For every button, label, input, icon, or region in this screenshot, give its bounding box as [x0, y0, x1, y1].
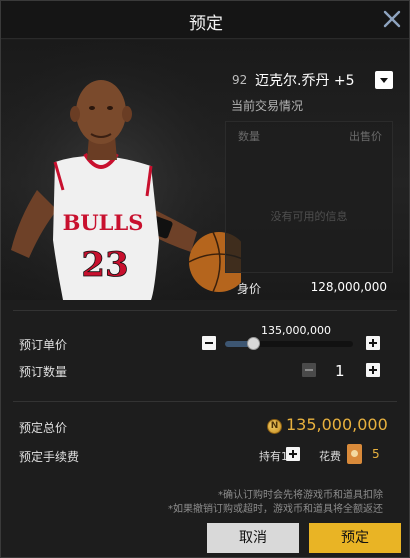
jersey-number-text: 23 — [81, 245, 128, 285]
market-table: 数量 出售价 没有可用的信息 — [225, 121, 393, 273]
unit-price-value: 135,000,000 — [261, 324, 331, 337]
market-col-quantity: 数量 — [238, 130, 260, 143]
quantity-increase-button[interactable] — [366, 363, 380, 377]
player-dropdown-button[interactable] — [375, 71, 393, 89]
divider — [13, 401, 397, 402]
ticket-icon — [347, 444, 362, 464]
total-value: 135,000,000 — [286, 415, 388, 434]
player-image: BULLS 23 — [1, 40, 241, 300]
dialog-titlebar: 预定 — [1, 1, 409, 39]
player-ovr: 92 — [232, 73, 248, 87]
reservation-dialog: 预定 BULLS 23 92 迈克尔.乔丹 +5 当前交易情况 数量 出售价 没… — [0, 0, 410, 558]
close-button[interactable] — [381, 8, 403, 30]
fee-value: 5 — [372, 447, 380, 461]
quantity-label: 预订数量 — [19, 365, 68, 379]
divider — [13, 310, 397, 311]
worth-label: 身价 — [237, 282, 262, 296]
coin-icon: N — [267, 419, 282, 434]
player-info: 92 迈克尔.乔丹 +5 当前交易情况 — [225, 69, 401, 113]
market-col-price: 出售价 — [349, 130, 382, 143]
total-label: 预定总价 — [19, 421, 68, 435]
close-icon — [383, 10, 401, 28]
quantity-value: 1 — [335, 362, 345, 380]
unit-price-increase-button[interactable] — [366, 336, 380, 350]
quantity-decrease-button[interactable] — [302, 363, 316, 377]
unit-price-label: 预订单价 — [19, 338, 68, 352]
player-name: 迈克尔.乔丹 +5 — [255, 73, 355, 89]
dialog-title: 预定 — [189, 14, 223, 34]
unit-price-slider[interactable] — [225, 341, 353, 347]
fee-label: 预定手续费 — [19, 450, 80, 464]
note-line: *确认订购时会先将游戏币和道具扣除 — [218, 490, 383, 501]
note-line: *如果撤销订购或超时，游戏币和道具将全额返还 — [168, 504, 383, 515]
unit-price-decrease-button[interactable] — [202, 336, 216, 350]
fee-spend-label: 花费 — [319, 450, 341, 463]
market-empty-text: 没有可用的信息 — [270, 210, 348, 223]
cancel-button[interactable]: 取消 — [207, 523, 299, 553]
market-subtitle: 当前交易情况 — [231, 99, 304, 113]
slider-knob[interactable] — [246, 337, 260, 350]
confirm-button[interactable]: 预定 — [309, 523, 401, 553]
jersey-team-text: BULLS — [63, 210, 144, 235]
worth-value: 128,000,000 — [310, 280, 387, 294]
fee-add-button[interactable] — [286, 447, 300, 461]
